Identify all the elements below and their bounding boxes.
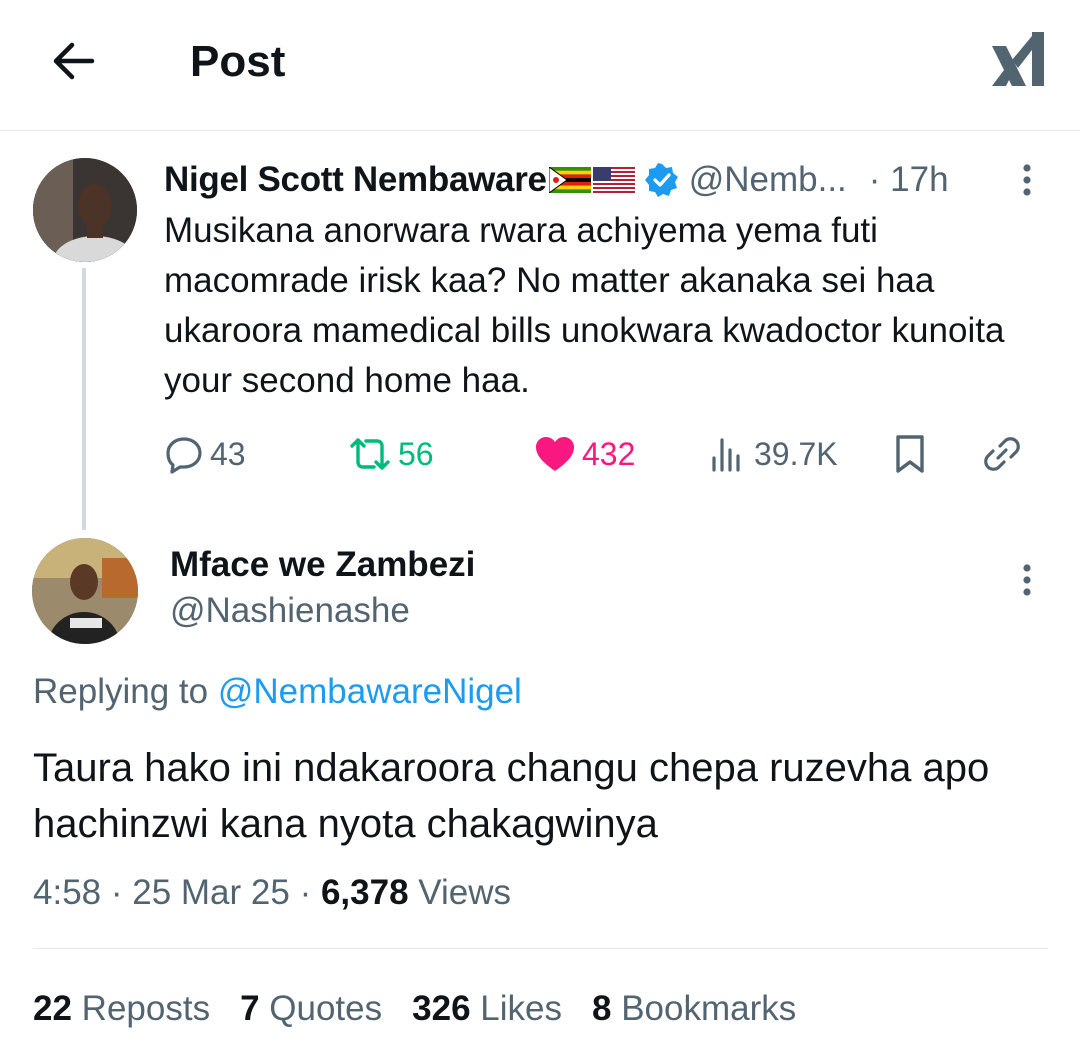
more-button[interactable] [1012, 160, 1042, 200]
repost-button[interactable]: 56 [348, 428, 434, 480]
replying-handle-link[interactable]: @NembawareNigel [218, 672, 522, 711]
repost-count: 56 [398, 435, 434, 472]
reply-button[interactable]: 43 [164, 428, 246, 480]
reposts-stat[interactable]: 22 Reposts [33, 986, 210, 1032]
reply-text: Taura hako ini ndakaroora changu chepa r… [33, 746, 990, 846]
tweet-time[interactable]: 4:58 [33, 873, 101, 912]
like-icon [536, 437, 574, 471]
likes-label: Likes [480, 989, 562, 1028]
more-icon [1023, 564, 1031, 596]
share-button[interactable] [980, 428, 1030, 480]
quotes-count: 7 [240, 989, 260, 1028]
replying-prefix: Replying to [33, 672, 209, 711]
views-button[interactable]: 39.7K [710, 428, 838, 480]
views-label: Views [418, 873, 512, 912]
quotes-label: Quotes [269, 989, 383, 1028]
reply-count: 43 [210, 435, 246, 472]
views-count: 6,378 [320, 873, 409, 912]
share-icon [984, 437, 1020, 471]
more-button[interactable] [1012, 560, 1042, 600]
handle[interactable]: @Nemb... [689, 160, 847, 200]
parent-tweet-header: Nigel Scott Nembaware @Nemb... · 17h [164, 156, 949, 204]
thread-line [82, 268, 86, 530]
handle[interactable]: @Nashienashe [170, 590, 410, 632]
tweet-meta: 4:58 · 25 Mar 25 · 6,378 Views [33, 870, 511, 916]
bookmarks-label: Bookmarks [621, 989, 797, 1028]
tweet-text: Musikana anorwara rwara achiyema yema fu… [164, 211, 1005, 400]
more-icon [1023, 164, 1031, 196]
verified-icon [644, 163, 679, 197]
bookmark-button[interactable] [892, 428, 934, 480]
xai-logo-icon[interactable] [990, 30, 1046, 88]
reply-icon [166, 437, 202, 474]
like-button[interactable]: 432 [534, 428, 635, 480]
header-divider [0, 130, 1080, 131]
replying-to: Replying to @NembawareNigel [33, 670, 522, 714]
bookmarks-count: 8 [592, 989, 612, 1028]
engagement-stats: 22 Reposts 7 Quotes 326 Likes 8 Bookmark… [33, 986, 796, 1032]
views-icon [712, 438, 740, 472]
reposts-label: Reposts [81, 989, 211, 1028]
avatar[interactable] [33, 158, 137, 262]
back-button[interactable] [44, 36, 104, 86]
meta-separator: · [110, 873, 123, 912]
like-count: 432 [582, 435, 636, 472]
avatar[interactable] [32, 538, 138, 644]
display-name[interactable]: Mface we Zambezi [170, 544, 475, 586]
tweet-date[interactable]: 25 Mar 25 [132, 873, 290, 912]
likes-count: 326 [412, 989, 471, 1028]
repost-icon [350, 438, 390, 470]
display-name[interactable]: Nigel Scott Nembaware [164, 160, 547, 200]
zimbabwe-flag-icon [548, 167, 591, 193]
back-arrow-icon [53, 42, 95, 80]
usa-flag-icon [592, 167, 635, 193]
views-count: 39.7K [754, 435, 838, 472]
meta-divider [33, 948, 1048, 949]
meta-separator: · [299, 873, 312, 912]
timestamp[interactable]: · 17h [869, 160, 949, 200]
reposts-count: 22 [33, 989, 72, 1028]
bookmark-icon [896, 435, 924, 473]
page-title: Post [190, 37, 286, 86]
quotes-stat[interactable]: 7 Quotes [240, 986, 382, 1032]
bookmarks-stat[interactable]: 8 Bookmarks [592, 986, 796, 1032]
likes-stat[interactable]: 326 Likes [412, 986, 562, 1032]
